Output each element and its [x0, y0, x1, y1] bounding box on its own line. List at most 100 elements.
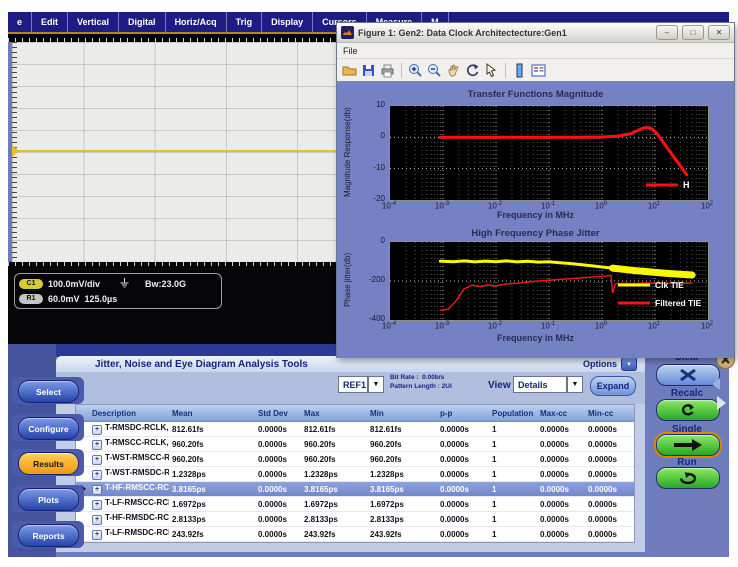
menu-item-edit[interactable]: Edit [32, 12, 68, 32]
file-menu[interactable]: File [343, 46, 358, 56]
data-cursor-icon[interactable] [483, 62, 500, 79]
cell-population: 1 [489, 485, 537, 494]
scroll-right-arrow[interactable] [717, 396, 726, 410]
ref1-readout[interactable]: R1 60.0mV 125.0µs [19, 291, 217, 306]
nav-button-reports[interactable]: Reports [18, 524, 79, 547]
nav-button-results[interactable]: Results [18, 452, 79, 475]
figure-window: Figure 1: Gen2: Data Clock Architectectu… [336, 22, 735, 358]
bitrate-pattern-info: Bit Rate : 0.00b/s Pattern Length : 2UI [390, 374, 452, 391]
run-button[interactable] [656, 467, 720, 489]
view-mode-dropdown-arrow[interactable]: ▼ [567, 376, 583, 393]
table-row[interactable]: +T-LF-RMSDC-RCLK...243.92fs0.0000s243.92… [76, 527, 634, 542]
column-header-min-cc[interactable]: Min-cc [585, 409, 634, 418]
save-icon[interactable] [360, 62, 377, 79]
row-description: T-RMSDC-RCLK, Re... [105, 423, 169, 432]
nav-button-plots[interactable]: Plots [18, 488, 79, 511]
table-row[interactable]: +T-HF-RMSCC-RCLK...3.8165ps0.0000s3.8165… [76, 482, 634, 497]
view-mode-select[interactable]: Details [513, 376, 567, 393]
table-row[interactable]: +T-LF-RMSCC-RCLK...1.6972ps0.0000s1.6972… [76, 497, 634, 512]
column-header-mean[interactable]: Mean [169, 409, 255, 418]
menu-item-digital[interactable]: Digital [119, 12, 166, 32]
expand-row-icon[interactable]: + [92, 530, 102, 540]
cell-std_dev: 0.0000s [255, 530, 301, 539]
menu-item-display[interactable]: Display [262, 12, 313, 32]
chart-title: Transfer Functions Magnitude [337, 89, 734, 100]
x-tick-label: 102 [694, 321, 720, 331]
nav-button-configure[interactable]: Configure [18, 417, 79, 440]
channel1-badge[interactable]: C1 [19, 279, 43, 289]
column-header-description[interactable]: Description [89, 409, 169, 418]
expand-row-icon[interactable]: + [92, 425, 102, 435]
menu-item-vertical[interactable]: Vertical [68, 12, 119, 32]
expand-button[interactable]: Expand [590, 376, 636, 396]
channel1-readout[interactable]: C1 100.0mV/div Bw:23.0G [19, 276, 217, 291]
table-row[interactable]: +T-WST-RMSDC-RC...1.2328ps0.0000s1.2328p… [76, 467, 634, 482]
expand-row-icon[interactable]: + [92, 515, 102, 525]
menu-item-horiz-acq[interactable]: Horiz/Acq [166, 12, 227, 32]
table-row[interactable]: +T-HF-RMSDC-RCLK...2.8133ps0.0000s2.8133… [76, 512, 634, 527]
rotate-icon[interactable] [464, 62, 481, 79]
cell-min_cc: 0.0000s [585, 530, 634, 539]
minimize-button[interactable] [656, 25, 678, 40]
expand-row-icon[interactable]: + [92, 470, 102, 480]
zoom-out-icon[interactable] [426, 62, 443, 79]
column-header-p-p[interactable]: p-p [437, 409, 489, 418]
column-header-max-cc[interactable]: Max-cc [537, 409, 585, 418]
open-icon[interactable] [341, 62, 358, 79]
recalc-label: Recalc [656, 388, 718, 399]
column-header-population[interactable]: Population [489, 409, 537, 418]
table-row[interactable]: +T-WST-RMSCC-RC...960.20fs0.0000s960.20f… [76, 452, 634, 467]
cell-min: 1.2328ps [367, 470, 437, 479]
cell-population: 1 [489, 470, 537, 479]
options-dropdown-button[interactable]: ▾ [621, 357, 637, 371]
ground-coupling-icon [119, 278, 130, 289]
x-tick-label: 10-2 [482, 321, 508, 331]
table-row[interactable]: +T-RMSCC-RCLK, Re...960.20fs0.0000s960.2… [76, 437, 634, 452]
cell-std_dev: 0.0000s [255, 455, 301, 464]
row-description: T-HF-RMSDC-RCLK... [105, 513, 169, 522]
row-description: T-HF-RMSCC-RCLK... [105, 483, 169, 492]
scroll-left-arrow[interactable] [712, 378, 720, 390]
print-icon[interactable] [379, 62, 396, 79]
cell-min: 812.61fs [367, 425, 437, 434]
column-header-max[interactable]: Max [301, 409, 367, 418]
y-tick-label: 0 [359, 131, 385, 140]
recalc-button[interactable] [656, 399, 720, 421]
close-button[interactable] [708, 25, 730, 40]
colorbar-icon[interactable] [511, 62, 528, 79]
channel1-scale: 100.0mV/div [48, 279, 100, 289]
y-tick-label: -20 [359, 194, 385, 203]
column-header-std-dev[interactable]: Std Dev [255, 409, 301, 418]
cell-p_p: 0.0000s [437, 455, 489, 464]
menu-item-trig[interactable]: Trig [227, 12, 263, 32]
column-header-min[interactable]: Min [367, 409, 437, 418]
table-row[interactable]: +T-RMSDC-RCLK, Re...812.61fs0.0000s812.6… [76, 422, 634, 437]
ref1-badge[interactable]: R1 [19, 294, 43, 304]
cell-population: 1 [489, 440, 537, 449]
insert-legend-icon[interactable] [530, 62, 547, 79]
maximize-button[interactable] [682, 25, 704, 40]
figure-titlebar[interactable]: Figure 1: Gen2: Data Clock Architectectu… [337, 23, 734, 43]
nav-button-select[interactable]: Select [18, 380, 79, 403]
single-button[interactable] [656, 434, 720, 456]
x-axis-label: Frequency in MHz [337, 210, 734, 220]
phase-jitter-chart: High Frequency Phase JitterPhase jitter(… [337, 221, 734, 358]
y-tick-label: -200 [359, 275, 385, 284]
ref-source-dropdown-arrow[interactable]: ▼ [368, 376, 384, 393]
clear-button[interactable] [656, 364, 720, 386]
expand-row-icon[interactable]: + [92, 500, 102, 510]
ref-source-select[interactable]: REF1 [338, 376, 368, 393]
cell-population: 1 [489, 530, 537, 539]
row-description: T-RMSCC-RCLK, Re... [105, 438, 169, 447]
cell-p_p: 0.0000s [437, 425, 489, 434]
expand-row-icon[interactable]: + [92, 485, 102, 495]
figure-menubar: File [337, 43, 734, 59]
chart-title: High Frequency Phase Jitter [337, 228, 734, 239]
pan-icon[interactable] [445, 62, 462, 79]
menu-item-e[interactable]: e [8, 12, 32, 32]
expand-row-icon[interactable]: + [92, 440, 102, 450]
expand-row-icon[interactable]: + [92, 455, 102, 465]
plot-area: H [389, 105, 709, 201]
cell-std_dev: 0.0000s [255, 485, 301, 494]
zoom-in-icon[interactable] [407, 62, 424, 79]
